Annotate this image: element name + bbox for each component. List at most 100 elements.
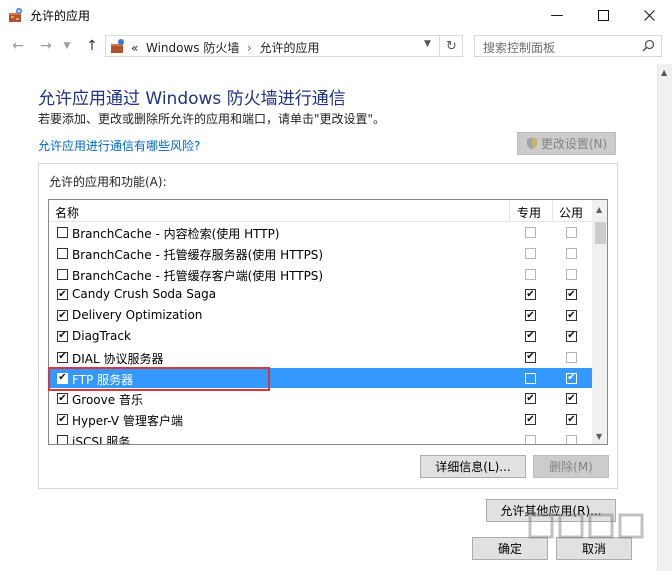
search-input[interactable]: 搜索控制面板 (474, 35, 662, 57)
public-network-checkbox[interactable] (566, 247, 577, 259)
app-name: Groove 音乐 (72, 393, 143, 408)
table-row[interactable]: ✔ Candy Crush Soda Saga ✔ ✔ (49, 284, 592, 305)
breadcrumb-item-firewall[interactable]: Windows 防火墙 (146, 41, 239, 55)
private-network-checkbox[interactable] (525, 227, 536, 238)
firewall-app-icon (9, 8, 22, 22)
up-arrow-icon[interactable]: ↑ (82, 36, 102, 56)
breadcrumb: « Windows 防火墙 › 允许的应用 (131, 39, 319, 56)
app-enabled-checkbox[interactable]: ✔ (57, 351, 68, 363)
column-header-private[interactable]: 专用 (517, 204, 541, 221)
window-title: 允许的应用 (30, 9, 91, 23)
private-network-checkbox[interactable] (525, 268, 536, 280)
search-icon (642, 39, 655, 52)
allowed-apps-label: 允许的应用和功能(A): (49, 175, 167, 189)
change-settings-label: 更改设置(N) (540, 137, 608, 151)
table-row[interactable]: ✔ Groove 音乐 ✔ ✔ (49, 388, 592, 409)
title-bar: 允许的应用 — (0, 0, 672, 30)
forward-arrow-icon[interactable]: → (36, 36, 56, 56)
app-name: DIAL 协议服务器 (72, 351, 164, 366)
app-enabled-checkbox[interactable] (57, 434, 68, 444)
public-network-checkbox[interactable]: ✔ (566, 393, 577, 405)
maximize-button[interactable] (580, 0, 626, 30)
annotation-highlight-box (48, 367, 270, 391)
private-network-checkbox[interactable]: ✔ (525, 310, 536, 322)
list-header: 名称 专用 公用 (49, 200, 592, 222)
column-header-name[interactable]: 名称 (55, 204, 79, 221)
scroll-up-icon[interactable]: ▲ (596, 205, 602, 214)
scroll-up-icon[interactable]: ▲ (661, 68, 667, 77)
cancel-button[interactable]: 取消 (556, 537, 632, 560)
navigation-bar: ← → ▼ ↑ « Windows 防火墙 › 允许的应用 ▼ ↻ 搜索控制面板 (0, 30, 672, 62)
page-title: 允许应用通过 Windows 防火墙进行通信 (38, 89, 346, 109)
private-network-checkbox[interactable]: ✔ (525, 393, 536, 405)
public-network-checkbox[interactable] (566, 434, 577, 444)
private-network-checkbox[interactable] (525, 247, 536, 259)
scrollbar-thumb[interactable] (595, 222, 606, 244)
app-enabled-checkbox[interactable] (57, 268, 68, 280)
app-name: DiagTrack (72, 328, 131, 343)
ok-button[interactable]: 确定 (472, 537, 548, 560)
address-bar[interactable]: « Windows 防火墙 › 允许的应用 ▼ ↻ (105, 35, 463, 57)
table-row[interactable]: iSCSI 服务 (49, 430, 592, 444)
app-enabled-checkbox[interactable]: ✔ (57, 310, 68, 322)
table-row[interactable]: BranchCache - 内容检索(使用 HTTP) (49, 222, 592, 243)
table-row[interactable]: ✔ DiagTrack ✔ ✔ (49, 326, 592, 347)
firewall-location-icon (111, 39, 124, 53)
breadcrumb-item-allowed-apps[interactable]: 允许的应用 (259, 41, 319, 55)
back-arrow-icon[interactable]: ← (8, 36, 28, 56)
app-name: BranchCache - 托管缓存客户端(使用 HTTPS) (72, 268, 324, 283)
column-header-public[interactable]: 公用 (559, 204, 583, 221)
list-scrollbar[interactable]: ▲ ▼ (592, 200, 607, 444)
public-network-checkbox[interactable] (566, 227, 577, 238)
public-network-checkbox[interactable]: ✔ (566, 289, 577, 301)
private-network-checkbox[interactable]: ✔ (525, 351, 536, 363)
app-rows: BranchCache - 内容检索(使用 HTTP) BranchCache … (49, 222, 592, 444)
breadcrumb-overflow[interactable]: « (131, 41, 138, 55)
uac-shield-icon (526, 137, 537, 150)
window-scrollbar[interactable]: ▲ (657, 64, 672, 571)
public-network-checkbox[interactable] (566, 268, 577, 280)
recent-locations-chevron-icon[interactable]: ▼ (60, 36, 74, 56)
table-row[interactable]: ✔ DIAL 协议服务器 ✔ (49, 347, 592, 368)
app-enabled-checkbox[interactable] (57, 247, 68, 259)
details-button[interactable]: 详细信息(L)... (420, 455, 526, 478)
column-divider[interactable] (509, 200, 510, 222)
minimize-button[interactable]: — (534, 0, 580, 30)
public-network-checkbox[interactable]: ✔ (566, 414, 577, 426)
risk-info-link[interactable]: 允许应用进行通信有哪些风险? (38, 137, 200, 154)
minimize-icon: — (550, 7, 564, 23)
public-network-checkbox[interactable]: ✔ (566, 310, 577, 322)
public-network-checkbox[interactable]: ✔ (566, 372, 577, 384)
remove-button[interactable]: 删除(M) (533, 455, 609, 478)
table-row[interactable]: BranchCache - 托管缓存客户端(使用 HTTPS) (49, 264, 592, 285)
allow-other-app-button[interactable]: 允许其他应用(R)... (486, 499, 616, 522)
private-network-checkbox[interactable] (525, 372, 536, 384)
column-divider[interactable] (552, 200, 553, 222)
app-name: Hyper-V 管理客户端 (72, 414, 183, 429)
public-network-checkbox[interactable] (566, 351, 577, 363)
app-name: BranchCache - 内容检索(使用 HTTP) (72, 227, 280, 241)
address-dropdown-icon[interactable]: ▼ (424, 39, 431, 49)
private-network-checkbox[interactable] (525, 434, 536, 444)
close-button[interactable] (626, 0, 672, 30)
app-enabled-checkbox[interactable] (57, 227, 68, 238)
app-enabled-checkbox[interactable]: ✔ (57, 393, 68, 405)
app-enabled-checkbox[interactable]: ✔ (57, 289, 68, 301)
refresh-button[interactable]: ↻ (439, 36, 463, 56)
private-network-checkbox[interactable]: ✔ (525, 289, 536, 301)
allowed-apps-list[interactable]: 名称 专用 公用 BranchCache - 内容检索(使用 HTTP) Bra… (48, 199, 608, 445)
allowed-apps-group: 允许的应用和功能(A): 名称 专用 公用 BranchCache - 内容检索… (38, 163, 618, 489)
change-settings-button[interactable]: 更改设置(N) (517, 132, 616, 155)
private-network-checkbox[interactable]: ✔ (525, 414, 536, 426)
breadcrumb-separator-icon[interactable]: › (247, 41, 252, 55)
table-row[interactable]: ✔ Hyper-V 管理客户端 ✔ ✔ (49, 409, 592, 430)
app-enabled-checkbox[interactable]: ✔ (57, 414, 68, 426)
private-network-checkbox[interactable]: ✔ (525, 330, 536, 342)
scroll-down-icon[interactable]: ▼ (596, 432, 602, 441)
table-row[interactable]: ✔ Delivery Optimization ✔ ✔ (49, 305, 592, 326)
app-name: Candy Crush Soda Saga (72, 287, 217, 302)
close-icon (643, 9, 655, 21)
table-row[interactable]: BranchCache - 托管缓存服务器(使用 HTTPS) (49, 243, 592, 264)
public-network-checkbox[interactable]: ✔ (566, 330, 577, 342)
app-enabled-checkbox[interactable]: ✔ (57, 330, 68, 342)
